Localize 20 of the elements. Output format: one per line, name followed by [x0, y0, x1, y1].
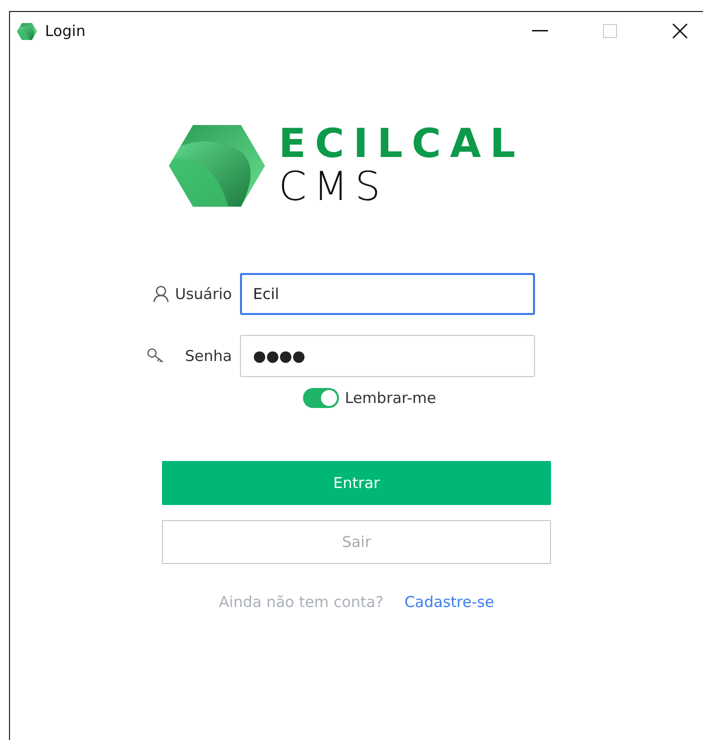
exit-button[interactable]: Sair [162, 520, 551, 564]
remember-toggle[interactable] [302, 388, 339, 408]
app-icon [17, 22, 37, 40]
minimize-icon [532, 30, 548, 32]
signup-prompt: Ainda não tem conta? [218, 593, 384, 611]
field-label: Usuário [174, 285, 232, 303]
username-field[interactable]: Ecil [240, 273, 535, 315]
user-icon [152, 285, 169, 303]
password-field[interactable]: ●●●● [240, 335, 535, 377]
maximize-icon [603, 24, 617, 38]
close-icon [672, 23, 688, 39]
signup-link[interactable]: Cadastre-se [404, 593, 494, 611]
remember-label: Lembrar-me [344, 389, 436, 407]
logo-icon [168, 125, 265, 207]
brand-name: ECILCAL [278, 123, 524, 165]
login-button[interactable]: Entrar [162, 461, 551, 505]
window-title: Login [45, 22, 86, 40]
product-name: CMS [278, 165, 388, 209]
key-icon [147, 348, 166, 364]
field-label: Senha [185, 347, 232, 365]
